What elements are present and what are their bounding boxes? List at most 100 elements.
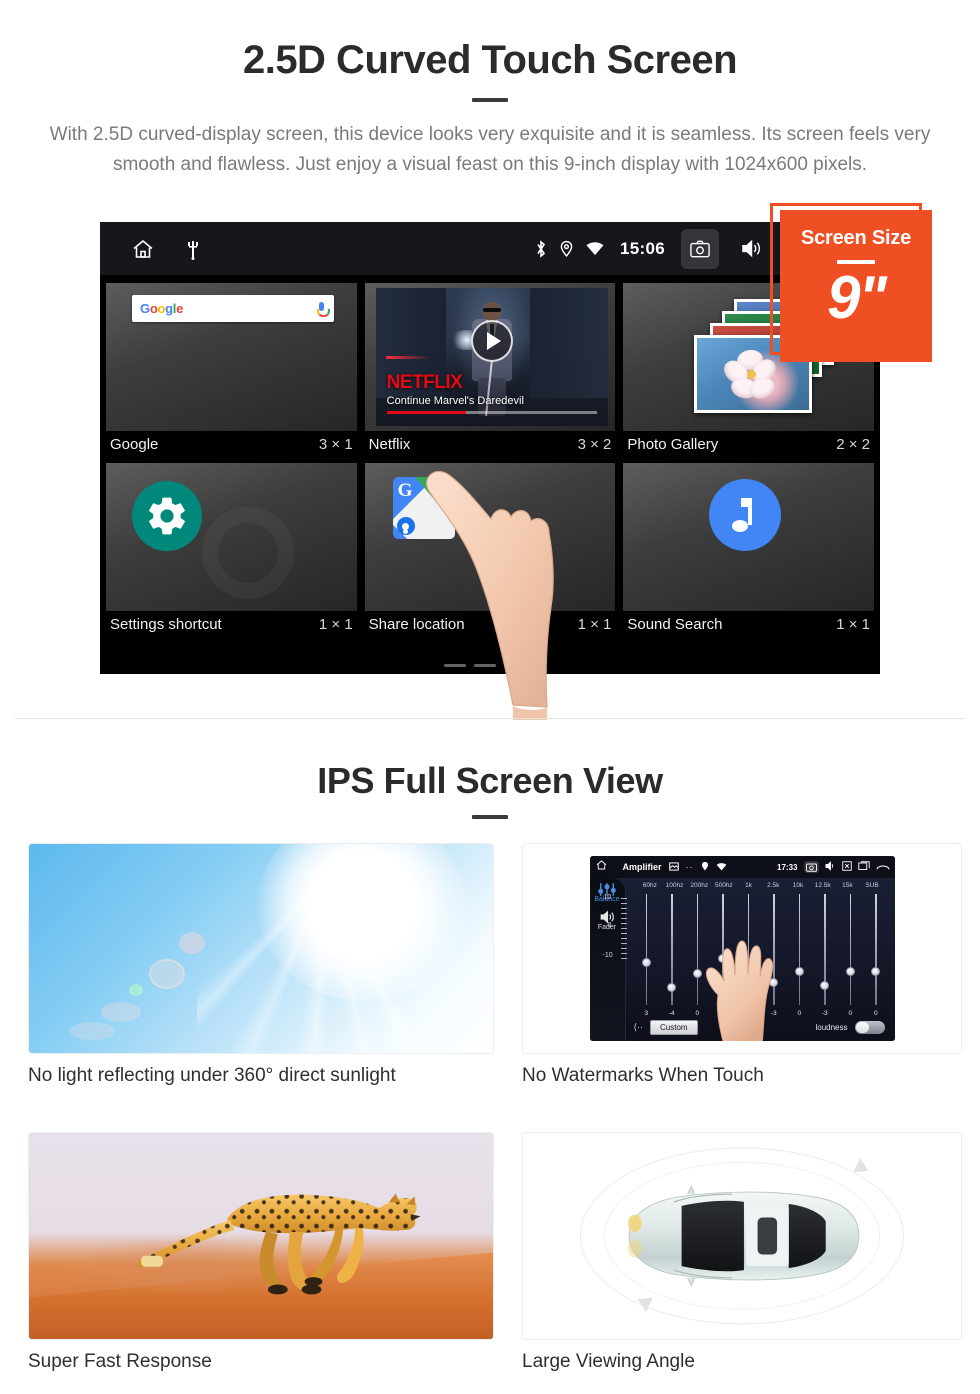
back-icon[interactable] <box>876 858 890 876</box>
eq-band-label: 12.5k <box>814 882 831 889</box>
widget-size: 1 × 1 <box>836 616 871 633</box>
widget-picker-grid: Google Google 3 × 1 NETFLIX Continue Mar… <box>100 275 880 674</box>
close-icon[interactable] <box>841 858 852 876</box>
eq-slider-knob[interactable] <box>871 967 881 977</box>
section-2-underline-rule <box>472 815 508 819</box>
settings-gear-icon[interactable] <box>132 481 202 551</box>
netflix-widget[interactable]: NETFLIX Continue Marvel's Daredevil <box>364 283 616 431</box>
share-location-widget[interactable]: G <box>364 463 616 611</box>
lens-flare <box>101 1002 141 1022</box>
page-dot-active[interactable] <box>504 664 526 667</box>
amplifier-screenshot: Amplifier ·· 17:33 Balance Fader 60hz 10… <box>522 843 962 1054</box>
open-hand-illustration <box>694 937 786 1041</box>
google-search-widget[interactable]: Google <box>106 283 357 431</box>
screen-size-badge-label: Screen Size <box>800 227 912 249</box>
amplifier-eq-panel: Balance Fader 60hz 100hz 200hz 500hz 1k … <box>589 878 895 1041</box>
loudness-label: loudness <box>815 1023 848 1032</box>
home-icon[interactable] <box>595 858 608 876</box>
feature-card-row-1: No light reflecting under 360° direct su… <box>0 843 980 1087</box>
page-dot[interactable] <box>444 664 466 667</box>
eq-band-label: 200hz <box>690 882 709 889</box>
widget-label-row: Photo Gallery 2 × 2 <box>623 431 874 463</box>
widget-card-share-location[interactable]: G Share location 1 × 1 <box>364 463 616 643</box>
cheetah-running-image <box>29 1133 493 1339</box>
section-1-description: With 2.5D curved-display screen, this de… <box>49 124 931 175</box>
volume-icon[interactable] <box>825 858 836 876</box>
netflix-continue-text: Continue Marvel's Daredevil <box>386 395 524 407</box>
widget-card-google[interactable]: Google Google 3 × 1 <box>106 283 357 463</box>
eq-slider-knob[interactable] <box>794 967 804 977</box>
eq-slider-knob[interactable] <box>845 967 855 977</box>
building-right <box>529 288 608 398</box>
preset-button-custom[interactable]: Custom <box>650 1020 698 1035</box>
playback-progress-bar <box>386 411 597 414</box>
play-button-icon[interactable] <box>470 320 513 362</box>
google-maps-icon[interactable]: G <box>392 477 455 539</box>
camera-icon[interactable] <box>681 228 719 269</box>
lens-flare <box>149 959 185 989</box>
eq-scale: 10 0 -10 <box>603 894 630 964</box>
camera-icon[interactable] <box>803 861 819 873</box>
eq-scale-mid: 0 <box>607 922 612 929</box>
screen-size-badge-value: 9" <box>827 264 887 331</box>
widget-size: 3 × 1 <box>318 436 353 453</box>
settings-shortcut-widget[interactable] <box>106 463 357 611</box>
eq-slider[interactable] <box>863 894 889 1005</box>
eq-band-label: 1k <box>745 882 753 889</box>
widget-size: 1 × 1 <box>577 616 612 633</box>
image-icon[interactable] <box>668 858 679 876</box>
amplifier-status-icons: 17:33 <box>777 858 889 876</box>
volume-icon[interactable] <box>732 229 770 269</box>
widget-label-row: Netflix 3 × 2 <box>365 431 616 463</box>
eq-slider[interactable] <box>787 894 813 1005</box>
prev-preset-button[interactable]: ⟨·· <box>634 1022 644 1033</box>
widget-name: Netflix <box>368 436 411 453</box>
widget-label-row: Share location 1 × 1 <box>365 611 616 643</box>
eq-slider[interactable] <box>659 894 685 1005</box>
loudness-toggle[interactable] <box>854 1021 885 1034</box>
widget-label-row: Settings shortcut 1 × 1 <box>106 611 357 643</box>
widget-row-bottom: Settings shortcut 1 × 1 G Share location… <box>106 463 875 643</box>
status-bar-left-group <box>100 237 200 261</box>
eq-value: 3 <box>644 1010 649 1017</box>
eq-band-label: 10k <box>792 882 804 889</box>
sound-search-widget[interactable] <box>623 463 875 611</box>
feature-card-viewing-angle: Large Viewing Angle <box>522 1132 962 1373</box>
section-divider <box>15 718 965 719</box>
car-top-view <box>628 1185 860 1287</box>
widget-label-row: Google 3 × 1 <box>106 431 357 463</box>
title-underline-rule <box>472 98 508 102</box>
feature-cards-grid: No light reflecting under 360° direct su… <box>0 843 980 1373</box>
cherry-blossom-flower <box>719 347 781 402</box>
google-search-bar[interactable]: Google <box>132 295 334 322</box>
amplifier-title: Amplifier <box>622 862 662 872</box>
section-2-title: IPS Full Screen View <box>317 760 663 801</box>
sunlight-sky-image <box>29 844 493 1053</box>
feature-card-fast-response: Super Fast Response <box>28 1132 494 1373</box>
page-dot[interactable] <box>474 664 496 667</box>
sunglasses-icon <box>482 308 501 312</box>
mic-icon[interactable] <box>317 301 330 317</box>
eq-slider-knob[interactable] <box>820 980 830 990</box>
netflix-preview: NETFLIX Continue Marvel's Daredevil <box>375 288 608 426</box>
widget-card-sound-search[interactable]: Sound Search 1 × 1 <box>623 463 875 643</box>
eq-slider[interactable] <box>634 894 660 1005</box>
eq-slider-knob[interactable] <box>667 982 677 992</box>
music-note-icon[interactable] <box>709 479 782 551</box>
feature-card-watermarks: Amplifier ·· 17:33 Balance Fader 60hz 10… <box>522 843 962 1087</box>
car-viewing-angle-image <box>523 1133 961 1339</box>
recents-icon[interactable] <box>857 858 870 876</box>
widget-size: 3 × 2 <box>577 436 612 453</box>
more-icon[interactable]: ·· <box>686 862 694 872</box>
eq-slider[interactable] <box>838 894 864 1005</box>
widget-label-row: Sound Search 1 × 1 <box>623 611 874 643</box>
widget-card-settings-shortcut[interactable]: Settings shortcut 1 × 1 <box>106 463 357 643</box>
feature-caption: No light reflecting under 360° direct su… <box>28 1065 396 1086</box>
widget-card-netflix[interactable]: NETFLIX Continue Marvel's Daredevil Netf… <box>364 283 616 463</box>
android-status-bar: 15:06 <box>100 222 880 275</box>
eq-slider-knob[interactable] <box>641 958 651 968</box>
page-indicator[interactable] <box>444 664 526 667</box>
usb-icon <box>186 238 200 260</box>
eq-slider[interactable] <box>812 894 838 1005</box>
home-icon[interactable] <box>130 237 156 261</box>
